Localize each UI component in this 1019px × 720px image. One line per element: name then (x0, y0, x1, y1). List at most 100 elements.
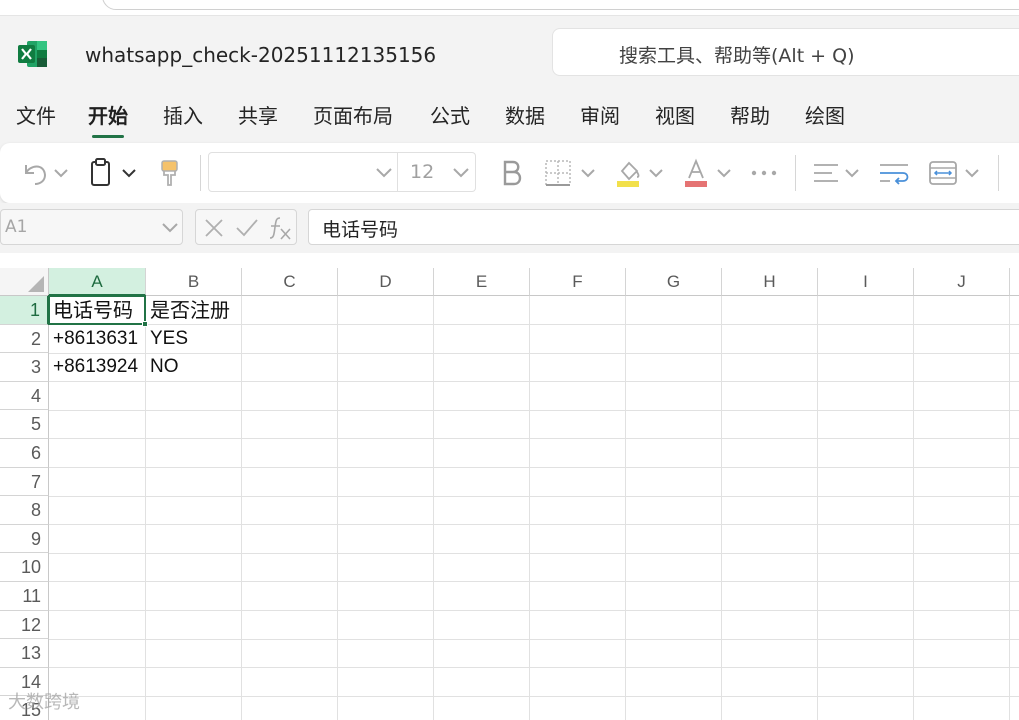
cell-a3[interactable]: +8613924 (49, 353, 145, 381)
separator (998, 155, 999, 191)
column-header-f[interactable]: F (530, 268, 626, 296)
row-header-9[interactable]: 9 (0, 524, 49, 554)
ribbon-toolbar: 12 (0, 143, 1019, 203)
tab-share[interactable]: 共享 (238, 100, 278, 129)
tab-file[interactable]: 文件 (16, 100, 56, 129)
tab-draw[interactable]: 绘图 (805, 100, 845, 129)
cell-a2[interactable]: +8613631 (49, 325, 145, 353)
row-header-6[interactable]: 6 (0, 439, 49, 468)
row-header-4[interactable]: 4 (0, 381, 49, 411)
wrap-text-button[interactable] (874, 155, 914, 191)
tab-data[interactable]: 数据 (505, 100, 545, 129)
row-header-5[interactable]: 5 (0, 410, 49, 439)
paste-button[interactable] (84, 155, 142, 191)
enter-check-icon[interactable] (234, 216, 260, 240)
fill-handle[interactable] (142, 321, 148, 327)
formula-input[interactable]: 电话号码 (308, 209, 1019, 245)
borders-icon (545, 160, 595, 186)
column-header-d[interactable]: D (338, 268, 434, 296)
formula-buttons (195, 209, 297, 245)
column-header-e[interactable]: E (434, 268, 530, 296)
gridline (913, 296, 914, 720)
gridline (49, 438, 1019, 440)
font-name-select[interactable] (208, 152, 398, 192)
row-header-12[interactable]: 12 (0, 610, 49, 640)
name-box-value: A1 (5, 217, 28, 237)
row-header-10[interactable]: 10 (0, 553, 49, 582)
separator (795, 155, 796, 191)
separator (200, 155, 201, 191)
row-header-7[interactable]: 7 (0, 467, 49, 497)
gridline (721, 296, 722, 720)
browser-url-field[interactable] (102, 0, 1019, 10)
column-header-c[interactable]: C (242, 268, 338, 296)
align-button[interactable] (808, 155, 866, 191)
row-header-2[interactable]: 2 (0, 324, 49, 354)
gridline (49, 495, 1019, 497)
gridline (49, 695, 1019, 697)
tab-page-layout[interactable]: 页面布局 (313, 100, 393, 129)
tab-help[interactable]: 帮助 (730, 100, 770, 129)
row-header-1[interactable]: 1 (0, 296, 49, 325)
column-header-k[interactable] (1010, 268, 1019, 296)
tab-formulas[interactable]: 公式 (430, 100, 470, 129)
more-icon (751, 170, 777, 176)
row-header-8[interactable]: 8 (0, 496, 49, 525)
font-color-button[interactable] (680, 155, 738, 191)
bold-icon (503, 160, 522, 186)
cell-b1[interactable]: 是否注册 (146, 296, 266, 324)
column-header-i[interactable]: I (818, 268, 914, 296)
document-title[interactable]: whatsapp_check-20251112135156 (85, 43, 436, 67)
select-all-corner[interactable] (0, 268, 49, 296)
gridline (49, 409, 1019, 411)
format-painter-button[interactable] (152, 155, 188, 191)
undo-button[interactable] (18, 155, 74, 191)
excel-logo-icon (18, 41, 47, 67)
row-header-13[interactable]: 13 (0, 639, 49, 668)
browser-address-bar-remnant (0, 0, 1019, 16)
grid-spacer (0, 253, 1019, 268)
fill-color-button[interactable] (612, 155, 670, 191)
align-icon (814, 164, 859, 182)
title-bar: whatsapp_check-20251112135156 搜索工具、帮助等(A… (0, 16, 1019, 90)
cell-b2[interactable]: YES (146, 325, 241, 353)
tab-insert[interactable]: 插入 (163, 100, 203, 129)
cell-b3[interactable]: NO (146, 353, 241, 381)
column-header-h[interactable]: H (722, 268, 818, 296)
formula-bar: A1 电话号码 (0, 203, 1019, 253)
more-options-button[interactable] (746, 155, 782, 191)
bold-button[interactable] (494, 155, 530, 191)
formula-content: 电话号码 (322, 219, 399, 241)
merge-button[interactable] (924, 155, 986, 191)
cancel-icon[interactable] (202, 216, 226, 240)
gridline (49, 381, 1019, 383)
tab-view[interactable]: 视图 (655, 100, 695, 129)
column-header-b[interactable]: B (146, 268, 242, 296)
gridline (337, 296, 338, 720)
fill-color-icon (617, 161, 663, 187)
search-input[interactable]: 搜索工具、帮助等(Alt + Q) (552, 28, 1019, 76)
spreadsheet-grid[interactable]: A B C D E F G H I J 1 2 3 4 5 6 7 8 9 10… (0, 253, 1019, 720)
format-painter-icon (161, 160, 178, 186)
borders-button[interactable] (540, 155, 602, 191)
column-header-g[interactable]: G (626, 268, 722, 296)
insert-function-icon[interactable] (268, 215, 294, 241)
tab-home[interactable]: 开始 (88, 100, 128, 138)
row-header-3[interactable]: 3 (0, 353, 49, 382)
watermark-text: 大数跨境 (8, 692, 80, 713)
active-cell-border (48, 295, 146, 325)
column-header-a[interactable]: A (49, 268, 146, 296)
row-header-11[interactable]: 11 (0, 582, 49, 611)
gridline (49, 552, 1019, 554)
column-header-j[interactable]: J (914, 268, 1010, 296)
font-size-select[interactable]: 12 (398, 152, 476, 192)
gridline (49, 524, 1019, 526)
chevron-down-icon (453, 168, 469, 178)
chevron-down-icon (162, 223, 178, 233)
tab-review[interactable]: 审阅 (580, 100, 620, 129)
select-all-triangle-icon (28, 276, 44, 292)
gridline (49, 638, 1019, 640)
wrap-text-icon (880, 164, 909, 185)
gridline (241, 296, 242, 720)
name-box[interactable]: A1 (0, 209, 183, 245)
